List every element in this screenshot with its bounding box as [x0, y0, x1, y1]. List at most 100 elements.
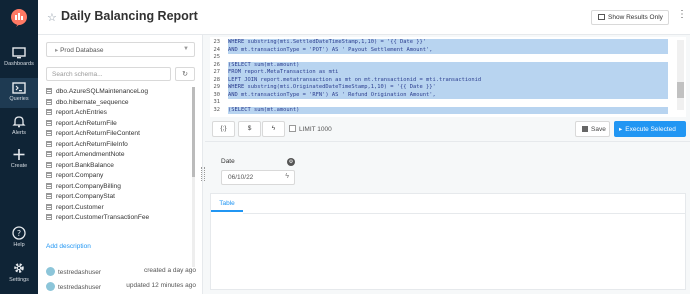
- nav-help[interactable]: ? Help: [0, 224, 38, 252]
- chevron-down-icon: ▼: [183, 46, 189, 52]
- avatar: [46, 282, 55, 291]
- bolt-icon: ϟ: [271, 125, 276, 132]
- divider: [205, 141, 690, 142]
- execute-selected-button[interactable]: ▸ Execute Selected: [614, 121, 686, 137]
- scrollbar-thumb[interactable]: [192, 87, 195, 177]
- table-icon: [46, 203, 52, 210]
- code-line: 24 AND mt.transactionType = 'POT') AS ' P…: [210, 46, 675, 55]
- nav-label-queries: Queries: [9, 96, 29, 102]
- code-text: (SELECT sum(mt.amount): [228, 61, 668, 70]
- editor-scrollbar[interactable]: [677, 40, 684, 110]
- tab-divider: [243, 213, 685, 214]
- line-number: 30: [210, 91, 228, 100]
- code-text: LEFT JOIN report.metatransaction as mt o…: [228, 76, 668, 85]
- show-results-label: Show Results Only: [608, 14, 663, 21]
- table-item[interactable]: report.AchReturnFileInfo: [46, 140, 189, 151]
- page-header: ☆ Daily Balancing Report Show Results On…: [38, 0, 690, 35]
- play-icon: ▸: [619, 126, 623, 133]
- code-text: WHERE substring(mti.SettledDateTimeStamp…: [228, 39, 668, 47]
- database-select[interactable]: ▸ Prod Database ▼: [46, 42, 195, 57]
- table-name: report.AchReturnFileContent: [56, 130, 140, 137]
- page-title[interactable]: Daily Balancing Report: [61, 9, 198, 23]
- code-line: 28 LEFT JOIN report.metatransaction as mt…: [210, 76, 675, 85]
- table-item[interactable]: report.CompanyStat: [46, 192, 189, 203]
- line-number: 26: [210, 61, 228, 70]
- code-text: FROM report.MetaTransaction as mti: [228, 69, 668, 77]
- table-icon: [46, 172, 52, 178]
- table-icon: [46, 98, 52, 105]
- table-item[interactable]: dbo.AzureSQLMaintenanceLog: [46, 87, 189, 98]
- table-item[interactable]: report.AchReturnFile: [46, 119, 189, 130]
- created-user: testredashuser: [58, 269, 101, 276]
- scrollbar-thumb[interactable]: [677, 82, 684, 98]
- grid-icon: [598, 14, 605, 20]
- nav-settings[interactable]: Settings: [0, 259, 38, 289]
- code-line: 32 (SELECT sum(mt.amount): [210, 106, 675, 115]
- table-item[interactable]: report.AmendmentNote: [46, 150, 189, 161]
- refresh-icon: ↻: [182, 71, 188, 78]
- help-icon: ?: [12, 226, 26, 240]
- table-item[interactable]: report.Customer: [46, 203, 189, 214]
- updated-user: testredashuser: [58, 284, 101, 291]
- date-parameter-input[interactable]: 06/10/22 ϟ: [221, 170, 295, 185]
- line-number: 24: [210, 46, 228, 55]
- table-icon: [46, 151, 52, 157]
- more-options-icon[interactable]: ⋮: [677, 9, 687, 20]
- dynamic-value-icon[interactable]: ϟ: [285, 173, 289, 180]
- table-item[interactable]: report.CustomerTransactionFee: [46, 213, 189, 224]
- code-line: 31: [210, 99, 675, 107]
- nav-dashboards[interactable]: Dashboards: [0, 45, 38, 73]
- nav-create[interactable]: Create: [0, 146, 38, 174]
- tab-table[interactable]: Table: [211, 194, 243, 212]
- add-parameter-button[interactable]: $: [238, 121, 261, 137]
- nav-label-help: Help: [13, 242, 25, 248]
- schema-scrollbar[interactable]: [192, 87, 195, 267]
- database-name: Prod Database: [60, 47, 104, 54]
- line-number: 31: [210, 99, 228, 107]
- panel-resize-handle[interactable]: [201, 167, 205, 181]
- table-name: report.AchReturnFile: [56, 119, 117, 127]
- updated-time: updated 12 minutes ago: [126, 282, 196, 289]
- show-results-only-button[interactable]: Show Results Only: [591, 10, 669, 25]
- nav-label-alerts: Alerts: [11, 130, 27, 136]
- code-text: AND mt.transactionType = 'RFN') AS ' Ref…: [228, 91, 668, 100]
- database-icon: ▸: [55, 47, 59, 54]
- table-list: dbo.AzureSQLMaintenanceLog dbo.hibernate…: [46, 87, 189, 267]
- line-number: 27: [210, 69, 228, 77]
- table-icon: [46, 88, 52, 94]
- table-item[interactable]: report.BankBalance: [46, 161, 189, 172]
- updated-info: testredashuser updated 12 minutes ago: [46, 282, 196, 291]
- checkbox-icon: [289, 125, 296, 132]
- nav-queries[interactable]: Queries: [0, 78, 38, 108]
- limit-checkbox[interactable]: LIMIT 1000: [289, 125, 332, 133]
- add-description-link[interactable]: Add description: [46, 243, 91, 250]
- favorite-star-icon[interactable]: ☆: [47, 11, 57, 24]
- table-item[interactable]: report.Company: [46, 171, 189, 182]
- monitor-icon: [12, 47, 26, 59]
- table-item[interactable]: dbo.hibernate_sequence: [46, 98, 189, 109]
- code-text: (SELECT sum(mt.amount): [228, 106, 668, 115]
- date-value: 06/10/22: [228, 174, 254, 181]
- table-name: report.BankBalance: [56, 161, 114, 169]
- query-editor[interactable]: 23 WHERE substring(mti.SettledDateTimeSta…: [210, 37, 686, 117]
- dollar-icon: $: [247, 125, 252, 132]
- autocomplete-button[interactable]: ϟ: [262, 121, 285, 137]
- redash-logo[interactable]: [9, 8, 29, 28]
- nav-alerts[interactable]: Alerts: [0, 113, 38, 141]
- table-item[interactable]: report.AchReturnFileContent: [46, 129, 189, 140]
- code-text: WHERE substring(mti.OriginatedDateTimeSt…: [228, 84, 668, 92]
- refresh-schema-button[interactable]: ↻: [175, 67, 195, 81]
- table-icon: [46, 214, 52, 220]
- code-line: 25: [210, 54, 675, 62]
- schema-search-input[interactable]: Search schema...: [46, 67, 171, 81]
- table-icon: [46, 119, 52, 126]
- nav-label-create: Create: [10, 163, 28, 169]
- format-query-button[interactable]: {;}: [212, 121, 235, 137]
- table-name: report.Company: [56, 172, 104, 179]
- code-line: 23 WHERE substring(mti.SettledDateTimeSta…: [210, 39, 675, 47]
- code-text: AND mt.transactionType = 'POT') AS ' Pay…: [228, 46, 668, 55]
- parameter-settings-icon[interactable]: ⚙: [287, 158, 295, 166]
- table-item[interactable]: report.AchEntries: [46, 108, 189, 119]
- save-button[interactable]: Save: [575, 121, 610, 137]
- table-item[interactable]: report.CompanyBilling: [46, 182, 189, 193]
